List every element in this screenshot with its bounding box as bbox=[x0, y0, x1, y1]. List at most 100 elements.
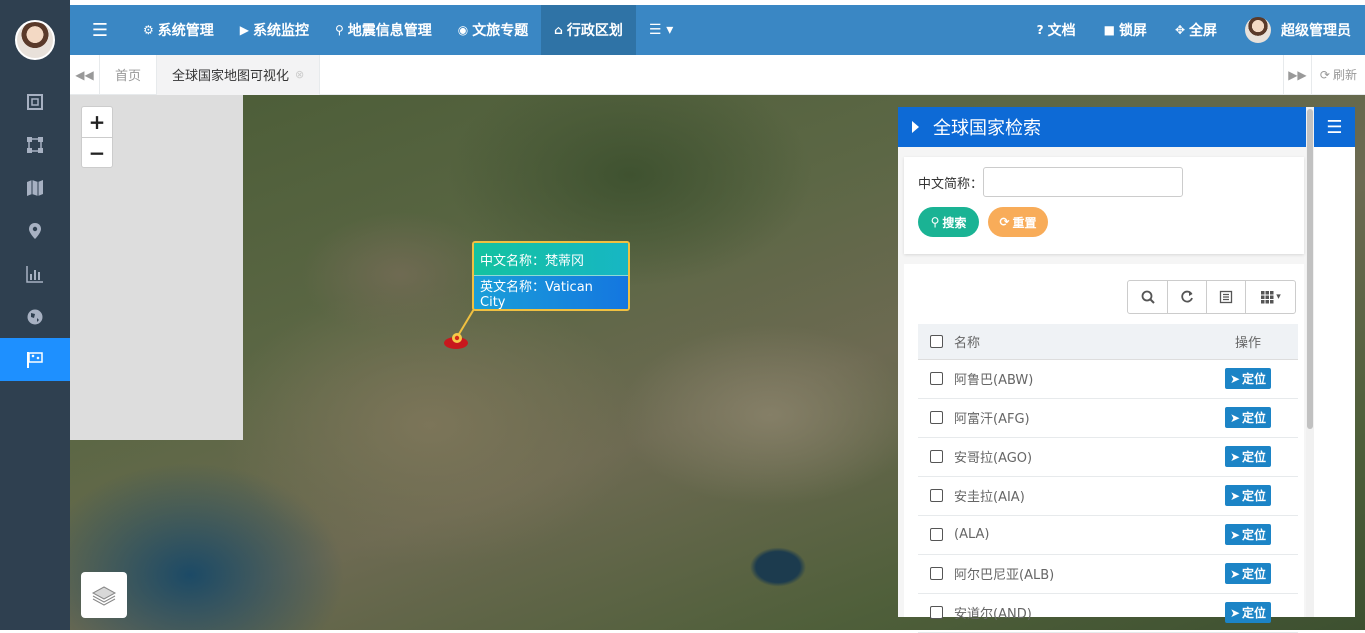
sidebar-item-globe[interactable] bbox=[0, 295, 70, 338]
table-search-icon[interactable] bbox=[1128, 281, 1167, 313]
locate-button[interactable]: ➤ 定位 bbox=[1224, 368, 1272, 389]
nav-earthquake-info[interactable]: ⚲ 地震信息管理 bbox=[322, 5, 445, 55]
search-button[interactable]: ⚲ 搜索 bbox=[918, 207, 979, 237]
table-columns-icon[interactable]: ▾ bbox=[1245, 281, 1295, 313]
panel-menu-icon[interactable]: ☰ bbox=[1314, 107, 1355, 147]
table-row: 安哥拉(AGO) ➤ 定位 bbox=[918, 437, 1298, 477]
row-name: 阿富汗(AFG) bbox=[954, 398, 1198, 438]
list-menu-icon: ☰ ▾ bbox=[648, 22, 674, 38]
tabs-scroll-right-icon[interactable]: ▶▶ bbox=[1282, 54, 1311, 95]
send-icon: ➤ bbox=[1229, 527, 1241, 542]
close-icon[interactable]: ⊗ bbox=[295, 68, 304, 81]
row-checkbox[interactable] bbox=[930, 606, 943, 619]
reset-button[interactable]: ⟳ 重置 bbox=[988, 207, 1048, 237]
locate-button[interactable]: ➤ 定位 bbox=[1224, 524, 1272, 545]
user-name: 超级管理员 bbox=[1281, 23, 1351, 39]
caret-right-icon[interactable] bbox=[912, 121, 919, 133]
locate-button[interactable]: ➤ 定位 bbox=[1224, 485, 1272, 506]
tab-label: 全球国家地图可视化 bbox=[172, 69, 290, 84]
send-icon: ➤ bbox=[1229, 449, 1241, 464]
panel-right-gutter bbox=[1314, 147, 1355, 617]
nav-label: 文旅专题 bbox=[472, 23, 529, 39]
nav-label: 地震信息管理 bbox=[347, 23, 432, 39]
table-row: 阿鲁巴(ABW) ➤ 定位 bbox=[918, 359, 1298, 399]
hamburger-icon[interactable]: ☰ bbox=[70, 5, 130, 55]
table-list-icon[interactable] bbox=[1206, 281, 1245, 313]
nav-system-monitor[interactable]: ▶ 系统监控 bbox=[227, 5, 322, 55]
popup-cn-name: 中文名称：梵蒂冈 bbox=[474, 243, 628, 276]
tab-home[interactable]: 首页 bbox=[100, 54, 158, 95]
flag-icon bbox=[27, 351, 43, 368]
search-input[interactable] bbox=[983, 167, 1183, 197]
locate-label: 定位 bbox=[1242, 567, 1267, 581]
bar-chart-icon bbox=[26, 265, 43, 283]
sidebar-item-pin[interactable] bbox=[0, 209, 70, 252]
panel-scrollbar[interactable] bbox=[1306, 107, 1314, 617]
scrollbar-thumb[interactable] bbox=[1307, 109, 1313, 429]
table-header-row: 名称 操作 bbox=[918, 324, 1298, 360]
row-checkbox[interactable] bbox=[930, 528, 943, 541]
row-checkbox[interactable] bbox=[930, 372, 943, 385]
layer-switcher-button[interactable] bbox=[81, 572, 127, 618]
locate-button[interactable]: ➤ 定位 bbox=[1224, 602, 1272, 623]
table-toolbar: ▾ bbox=[1127, 280, 1296, 314]
locate-label: 定位 bbox=[1242, 372, 1267, 386]
sidebar-item-frame[interactable] bbox=[0, 80, 70, 123]
sidebar-item-map[interactable] bbox=[0, 166, 70, 209]
refresh-button[interactable]: ⟳ 刷新 bbox=[1310, 54, 1365, 95]
fullscreen-label: 全屏 bbox=[1189, 23, 1217, 39]
sidebar-item-chart[interactable] bbox=[0, 252, 70, 295]
table-row: 阿富汗(AFG) ➤ 定位 bbox=[918, 398, 1298, 438]
send-icon: ➤ bbox=[1229, 566, 1241, 581]
nav-culture-tourism[interactable]: ◉ 文旅专题 bbox=[445, 5, 541, 55]
popup-en-name: 英文名称：Vatican City bbox=[474, 276, 628, 309]
top-navbar: ☰ ⚙ 系统管理 ▶ 系统监控 ⚲ 地震信息管理 ◉ 文旅专题 ⌂ 行政区划 ☰… bbox=[70, 5, 1365, 55]
locate-label: 定位 bbox=[1242, 528, 1267, 542]
row-name: 安道尔(AND) bbox=[954, 593, 1198, 633]
select-all-checkbox[interactable] bbox=[930, 334, 943, 348]
nav-admin-division[interactable]: ⌂ 行政区划 bbox=[541, 5, 636, 55]
table-row: (ALA) ➤ 定位 bbox=[918, 515, 1298, 555]
row-checkbox[interactable] bbox=[930, 411, 943, 424]
locate-button[interactable]: ➤ 定位 bbox=[1224, 446, 1272, 467]
locate-button[interactable]: ➤ 定位 bbox=[1224, 407, 1272, 428]
nav-more-menu[interactable]: ☰ ▾ bbox=[636, 5, 686, 55]
refresh-icon: ⟳ bbox=[1319, 67, 1330, 82]
lock-screen-link[interactable]: ■ 锁屏 bbox=[1090, 5, 1161, 55]
search-label: 中文简称： bbox=[918, 177, 984, 192]
panel-header[interactable]: 全球国家检索 bbox=[898, 107, 1314, 147]
tab-label: 首页 bbox=[115, 69, 142, 84]
sidebar-item-flag[interactable] bbox=[0, 338, 70, 381]
tab-global-map[interactable]: 全球国家地图可视化 ⊗ bbox=[157, 54, 321, 95]
country-popup: 中文名称：梵蒂冈 英文名称：Vatican City bbox=[472, 241, 630, 311]
table-row: 阿尔巴尼亚(ALB) ➤ 定位 bbox=[918, 554, 1298, 594]
pin-icon bbox=[29, 222, 41, 239]
row-name: 安圭拉(AIA) bbox=[954, 476, 1198, 516]
location-marker-icon[interactable] bbox=[444, 333, 470, 349]
tabs-scroll-left-icon[interactable]: ◀◀ bbox=[70, 54, 100, 95]
lock-icon: ■ bbox=[1103, 23, 1115, 37]
search-icon: ⚲ bbox=[930, 215, 940, 229]
row-checkbox[interactable] bbox=[930, 489, 943, 502]
nav-label: 行政区划 bbox=[566, 23, 623, 39]
row-checkbox[interactable] bbox=[930, 450, 943, 463]
user-menu[interactable]: 超级管理员 bbox=[1231, 5, 1365, 55]
avatar[interactable] bbox=[15, 20, 55, 60]
avatar bbox=[1245, 17, 1271, 43]
avatar-wrap bbox=[0, 0, 70, 80]
column-header-action: 操作 bbox=[1198, 324, 1298, 360]
column-header-name: 名称 bbox=[954, 324, 1198, 360]
locate-button[interactable]: ➤ 定位 bbox=[1224, 563, 1272, 584]
results-table-box: ▾ 名称 操作 阿鲁巴(ABW) ➤ 定位 阿富汗(AFG) ➤ 定位 安哥拉(… bbox=[904, 264, 1304, 633]
fullscreen-link[interactable]: ✥ 全屏 bbox=[1161, 5, 1231, 55]
results-table: 名称 操作 阿鲁巴(ABW) ➤ 定位 阿富汗(AFG) ➤ 定位 安哥拉(AGO bbox=[918, 324, 1298, 633]
docs-link[interactable]: ? 文档 bbox=[1023, 5, 1090, 55]
nav-system-management[interactable]: ⚙ 系统管理 bbox=[130, 5, 227, 55]
table-row: 安圭拉(AIA) ➤ 定位 bbox=[918, 476, 1298, 516]
table-refresh-icon[interactable] bbox=[1167, 281, 1206, 313]
row-checkbox[interactable] bbox=[930, 567, 943, 580]
row-name: 阿鲁巴(ABW) bbox=[954, 359, 1198, 399]
sidebar-item-nodes[interactable] bbox=[0, 123, 70, 166]
globe-icon: ◉ bbox=[457, 23, 469, 37]
lock-label: 锁屏 bbox=[1118, 23, 1147, 39]
